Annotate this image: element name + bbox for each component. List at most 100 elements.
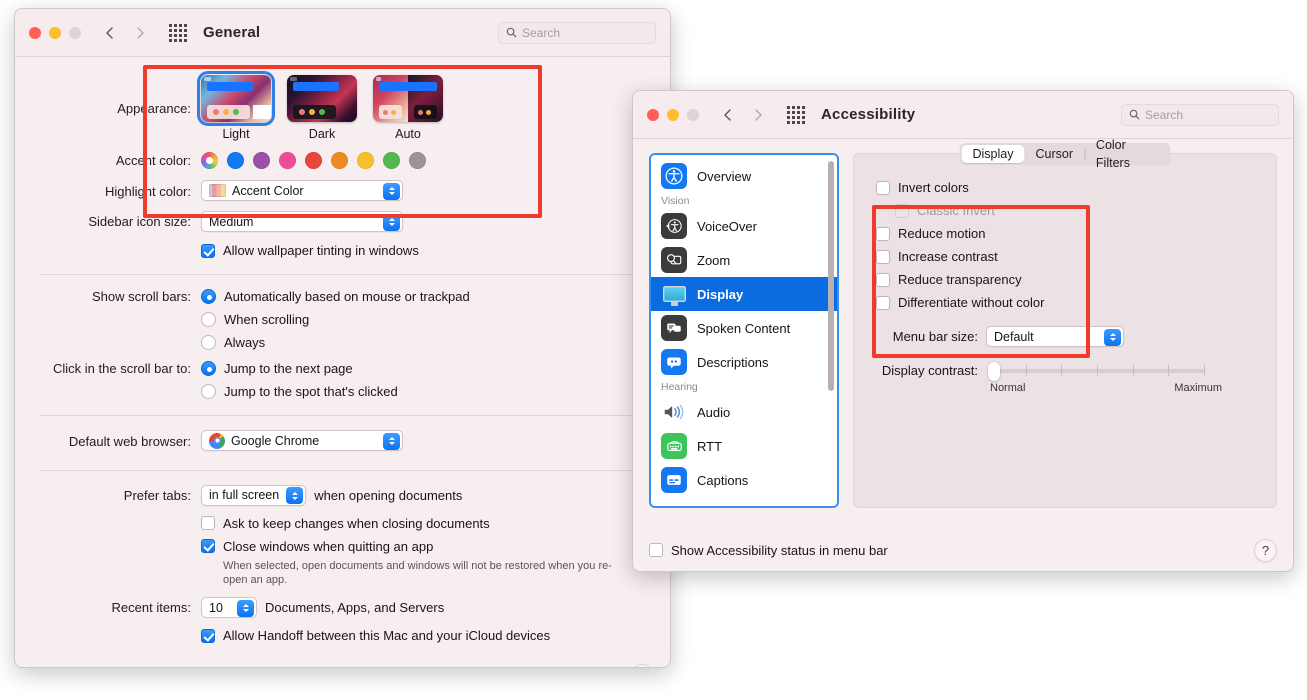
increase-contrast-checkbox[interactable] <box>876 250 890 264</box>
forward-chevron-icon[interactable] <box>751 108 765 122</box>
accent-swatch-multicolor[interactable] <box>201 152 218 169</box>
click-option-next-page[interactable]: Jump to the next page <box>201 361 670 376</box>
differentiate-without-color-checkbox[interactable] <box>876 296 890 310</box>
sidebar-item-display[interactable]: Display <box>651 277 837 311</box>
accessibility-content: Overview Vision VoiceOver Zoom <box>633 139 1293 571</box>
back-chevron-icon[interactable] <box>721 108 735 122</box>
sidebar-item-overview[interactable]: Overview <box>651 159 837 193</box>
close-windows-checkbox[interactable] <box>201 539 215 553</box>
sidebar-item-zoom[interactable]: Zoom <box>651 243 837 277</box>
sidebar-icon-size-popup[interactable]: Medium <box>201 211 403 232</box>
appearance-thumb-dark[interactable] <box>287 75 357 122</box>
wallpaper-tinting-row: Allow wallpaper tinting in windows <box>15 243 670 258</box>
forward-chevron-icon[interactable] <box>133 26 147 40</box>
general-content: Appearance: Light <box>15 75 670 643</box>
search-input[interactable]: Search <box>1121 104 1279 126</box>
sidebar-item-rtt[interactable]: RTT <box>651 429 837 463</box>
ask-keep-changes-option[interactable]: Ask to keep changes when closing documen… <box>201 516 670 531</box>
invert-colors-option[interactable]: Invert colors <box>876 180 1276 195</box>
appearance-thumb-auto[interactable] <box>373 75 443 122</box>
captions-icon <box>661 467 687 493</box>
ask-keep-changes-checkbox[interactable] <box>201 516 215 530</box>
accessibility-help-button[interactable]: ? <box>1254 539 1277 562</box>
sidebar-item-captions[interactable]: Captions <box>651 463 837 497</box>
accent-swatch-blue[interactable] <box>227 152 244 169</box>
prefer-tabs-value: in full screen <box>209 488 279 502</box>
sidebar-item-voiceover[interactable]: VoiceOver <box>651 209 837 243</box>
scrollbar-option-auto[interactable]: Automatically based on mouse or trackpad <box>201 289 670 304</box>
wallpaper-tinting-checkbox[interactable] <box>201 244 215 258</box>
sidebar-item-audio[interactable]: Audio <box>651 395 837 429</box>
search-input[interactable]: Search <box>498 22 656 44</box>
close-button[interactable] <box>29 27 41 39</box>
general-help-button[interactable]: ? <box>631 664 654 668</box>
click-radio-spot-clicked[interactable] <box>201 384 216 399</box>
appearance-option-light[interactable]: Light <box>201 75 271 141</box>
tab-cursor[interactable]: Cursor <box>1025 145 1085 163</box>
tab-display[interactable]: Display <box>962 145 1025 163</box>
slider-track[interactable] <box>990 369 1205 373</box>
minimize-button[interactable] <box>667 109 679 121</box>
handoff-option[interactable]: Allow Handoff between this Mac and your … <box>201 628 670 643</box>
menu-bar-size-popup[interactable]: Default <box>986 326 1124 347</box>
close-button[interactable] <box>647 109 659 121</box>
wallpaper-tinting-option[interactable]: Allow wallpaper tinting in windows <box>201 243 670 258</box>
recent-items-stepper[interactable]: 10 <box>201 597 257 618</box>
accent-swatch-pink[interactable] <box>279 152 296 169</box>
chevron-updown-icon[interactable] <box>383 214 400 231</box>
display-contrast-scale-labels: Normal Maximum <box>990 382 1222 394</box>
click-option-spot-clicked[interactable]: Jump to the spot that's clicked <box>201 384 670 399</box>
scrollbar-radio-always[interactable] <box>201 335 216 350</box>
slider-knob[interactable] <box>988 362 1000 381</box>
zoom-button[interactable] <box>69 27 81 39</box>
click-radio-next-page[interactable] <box>201 361 216 376</box>
show-all-grid-icon[interactable] <box>169 24 187 42</box>
chevron-updown-icon[interactable] <box>383 433 400 450</box>
highlight-color-popup[interactable]: Accent Color <box>201 180 403 201</box>
accent-swatch-red[interactable] <box>305 152 322 169</box>
invert-colors-checkbox[interactable] <box>876 181 890 195</box>
close-windows-option[interactable]: Close windows when quitting an app <box>201 539 670 554</box>
scrollbar-option-when-scrolling[interactable]: When scrolling <box>201 312 670 327</box>
reduce-motion-checkbox[interactable] <box>876 227 890 241</box>
sidebar-scrollbar[interactable] <box>828 161 834 391</box>
tab-color-filters[interactable]: Color Filters <box>1085 136 1169 172</box>
chevron-updown-icon[interactable] <box>237 600 254 617</box>
scrollbar-radio-when-scrolling[interactable] <box>201 312 216 327</box>
search-placeholder-text: Search <box>522 26 560 40</box>
minimize-button[interactable] <box>49 27 61 39</box>
increase-contrast-option[interactable]: Increase contrast <box>876 249 1276 264</box>
appearance-option-auto[interactable]: Auto <box>373 75 443 141</box>
chevron-updown-icon[interactable] <box>1104 329 1121 346</box>
chevron-updown-icon[interactable] <box>286 487 303 504</box>
differentiate-without-color-option[interactable]: Differentiate without color <box>876 295 1276 310</box>
reduce-transparency-option[interactable]: Reduce transparency <box>876 272 1276 287</box>
default-web-browser-popup[interactable]: Google Chrome <box>201 430 403 451</box>
handoff-checkbox[interactable] <box>201 629 215 643</box>
back-chevron-icon[interactable] <box>103 26 117 40</box>
accent-swatch-graphite[interactable] <box>409 152 426 169</box>
sidebar-item-descriptions[interactable]: Descriptions <box>651 345 837 379</box>
accessibility-sidebar[interactable]: Overview Vision VoiceOver Zoom <box>649 153 839 508</box>
show-all-grid-icon[interactable] <box>787 106 805 124</box>
status-menu-bar-checkbox[interactable] <box>649 543 663 557</box>
reduce-motion-option[interactable]: Reduce motion <box>876 226 1276 241</box>
sidebar-group-vision: Vision <box>651 193 837 209</box>
accent-swatch-yellow[interactable] <box>357 152 374 169</box>
reduce-transparency-checkbox[interactable] <box>876 273 890 287</box>
status-menu-bar-option[interactable]: Show Accessibility status in menu bar <box>649 543 888 558</box>
accent-swatch-orange[interactable] <box>331 152 348 169</box>
appearance-option-dark[interactable]: Dark <box>287 75 357 141</box>
sidebar-item-spoken-content[interactable]: Spoken Content <box>651 311 837 345</box>
zoom-button[interactable] <box>687 109 699 121</box>
appearance-thumb-light[interactable] <box>201 75 271 122</box>
chevron-updown-icon[interactable] <box>383 183 400 200</box>
prefer-tabs-popup[interactable]: in full screen <box>201 485 306 506</box>
accent-swatch-purple[interactable] <box>253 152 270 169</box>
scrollbar-radio-auto[interactable] <box>201 289 216 304</box>
show-scroll-bars-row: Show scroll bars: Automatically based on… <box>15 289 670 350</box>
scrollbar-option-always[interactable]: Always <box>201 335 670 350</box>
display-contrast-slider[interactable] <box>986 369 1205 373</box>
appearance-row: Appearance: Light <box>15 75 670 141</box>
accent-swatch-green[interactable] <box>383 152 400 169</box>
